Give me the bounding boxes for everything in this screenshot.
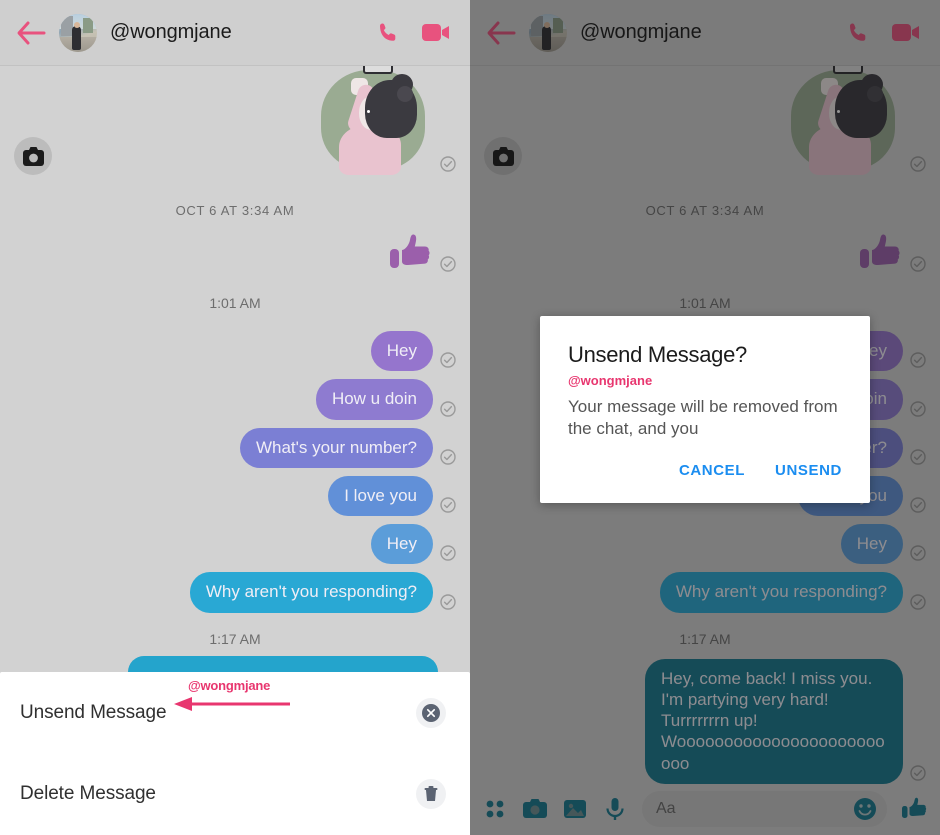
dialog-actions: CANCEL UNSEND bbox=[568, 462, 842, 493]
unsend-button[interactable]: UNSEND bbox=[775, 462, 842, 479]
delivered-check-icon bbox=[440, 352, 456, 368]
header-actions bbox=[376, 21, 450, 45]
sticker-image[interactable] bbox=[313, 58, 433, 175]
sheet-item-label: Unsend Message bbox=[20, 701, 167, 723]
message-bubble[interactable]: What's your number? bbox=[239, 427, 433, 468]
message-bubble[interactable]: Hey bbox=[370, 524, 433, 565]
message-row: What's your number? bbox=[14, 427, 456, 468]
back-arrow-icon[interactable] bbox=[16, 20, 46, 46]
sheet-item-unsend-message[interactable]: Unsend Message @wongmjane bbox=[0, 672, 470, 753]
thumbsup-message-row bbox=[14, 230, 456, 275]
circle-x-icon bbox=[416, 697, 446, 728]
message-bubble[interactable]: I love you bbox=[328, 475, 433, 516]
camera-badge-button[interactable] bbox=[14, 137, 52, 175]
day-separator: OCT 6 AT 3:34 AM bbox=[175, 203, 295, 218]
sheet-item-delete-message[interactable]: Delete Message bbox=[0, 753, 470, 834]
annotation-watermark: @wongmjane bbox=[188, 678, 271, 693]
chat-header: @wongmjane bbox=[0, 0, 470, 66]
message-row: How u doin bbox=[14, 379, 456, 420]
panel-right-dialog: @wongmjane OCT 6 AT 3:34 AM 1:01 AM Hey … bbox=[470, 0, 940, 835]
panel-left-bottom-sheet: @wongmjane OCT 6 AT 3:34 AM 1:01 AM Hey … bbox=[0, 0, 470, 835]
dialog-watermark: @wongmjane bbox=[568, 373, 653, 388]
message-row: I love you bbox=[14, 475, 456, 516]
message-row: Hey bbox=[14, 524, 456, 565]
delivered-check-icon bbox=[440, 593, 456, 610]
cancel-button[interactable]: CANCEL bbox=[679, 462, 745, 479]
delivered-check-icon bbox=[440, 545, 456, 561]
message-bubble[interactable]: How u doin bbox=[315, 379, 433, 420]
screenshot-root: @wongmjane OCT 6 AT 3:34 AM 1:01 AM Hey … bbox=[0, 0, 940, 835]
bubble-list: Hey How u doin What's your number? I love y… bbox=[14, 331, 456, 613]
timestamp-1: 1:01 AM bbox=[209, 295, 261, 311]
timestamp-2: 1:17 AM bbox=[209, 630, 261, 647]
trash-icon bbox=[416, 778, 446, 809]
sticker-message-row bbox=[14, 58, 456, 175]
sheet-item-label: Delete Message bbox=[20, 782, 156, 804]
long-message-bubble-peek[interactable] bbox=[128, 656, 438, 672]
message-row: Why aren't you responding? bbox=[14, 572, 456, 613]
dialog-body-text: Your message will be removed from the ch… bbox=[568, 397, 838, 439]
dialog-title: Unsend Message? bbox=[568, 342, 747, 367]
message-bubble[interactable]: Why aren't you responding? bbox=[189, 572, 433, 613]
delivered-check-icon bbox=[440, 156, 456, 172]
message-row: Hey bbox=[14, 331, 456, 372]
bottom-sheet-menu: Unsend Message @wongmjane Delete Message bbox=[0, 672, 470, 835]
unsend-confirm-dialog: Unsend Message? @wongmjane Your message … bbox=[540, 316, 870, 504]
page-title[interactable]: @wongmjane bbox=[110, 21, 363, 44]
delivered-check-icon bbox=[440, 400, 456, 417]
avatar[interactable] bbox=[59, 13, 97, 52]
thumbs-up-icon[interactable] bbox=[388, 230, 433, 275]
delivered-check-icon bbox=[440, 256, 456, 272]
delivered-check-icon bbox=[440, 449, 456, 465]
message-bubble[interactable]: Hey bbox=[370, 331, 433, 372]
video-camera-icon[interactable] bbox=[422, 22, 450, 44]
phone-icon[interactable] bbox=[376, 21, 400, 45]
delivered-check-icon bbox=[440, 497, 456, 513]
camera-icon bbox=[22, 146, 44, 166]
